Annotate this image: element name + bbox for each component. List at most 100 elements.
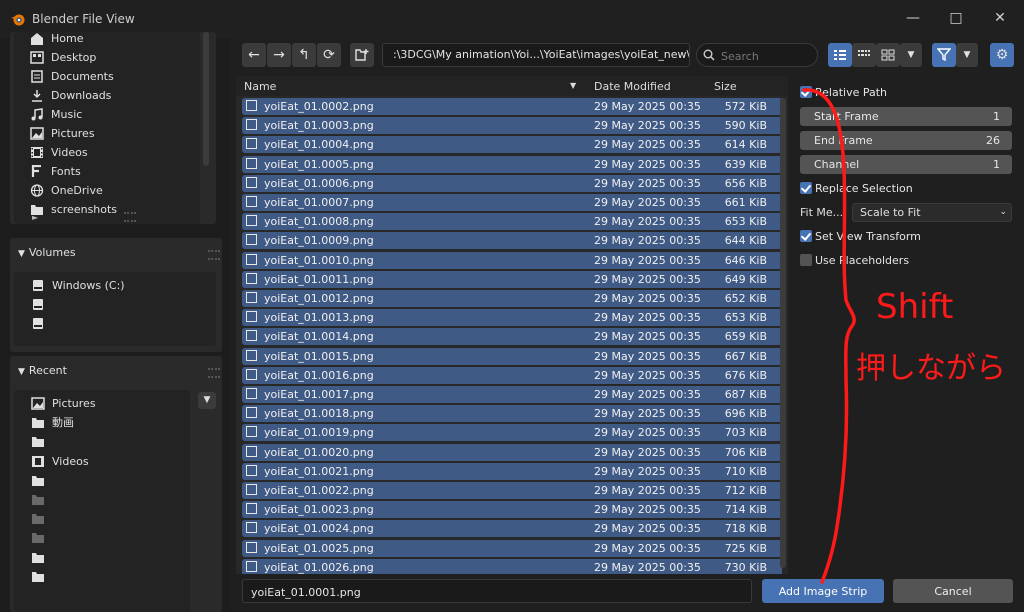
- folder-icon: [32, 514, 44, 524]
- display-mode-dropdown-icon[interactable]: ▼: [900, 43, 922, 67]
- file-date: 29 May 2025 00:35: [594, 176, 701, 190]
- file-row[interactable]: yoiEat_01.0015.png 29 May 2025 00:35 667 K…: [242, 347, 782, 365]
- file-name: yoiEat_01.0024.png: [264, 522, 374, 536]
- search-input[interactable]: [719, 47, 817, 65]
- column-header-name[interactable]: Name: [244, 80, 276, 93]
- expand-arrow-icon[interactable]: ►: [32, 208, 38, 227]
- start-frame-field[interactable]: Start Frame 1: [800, 107, 1012, 126]
- file-size: 667 KiB: [724, 349, 767, 363]
- file-date: 29 May 2025 00:35: [594, 272, 701, 286]
- close-icon[interactable]: ✕: [990, 10, 1010, 28]
- search-field[interactable]: [696, 43, 818, 67]
- column-header-date[interactable]: Date Modified: [594, 80, 671, 93]
- file-row[interactable]: yoiEat_01.0009.png 29 May 2025 00:35 644 K…: [242, 232, 782, 250]
- filename-field[interactable]: [242, 579, 752, 603]
- display-thumbnails-icon[interactable]: [876, 43, 900, 67]
- panel-grip-icon[interactable]: [208, 368, 220, 378]
- path-input[interactable]: :\3DCG\My animation\Yoi...\YoiEat\images…: [382, 43, 690, 67]
- file-date: 29 May 2025 00:35: [594, 522, 701, 536]
- recent-panel: ▼ Recent Pictures 動画 Videos ▼: [10, 356, 222, 612]
- filter-dropdown-icon[interactable]: ▼: [956, 43, 978, 67]
- recent-header[interactable]: ▼ Recent: [18, 364, 67, 377]
- file-row[interactable]: yoiEat_01.0022.png 29 May 2025 00:35 712 K…: [242, 482, 782, 499]
- file-row[interactable]: yoiEat_01.0005.png 29 May 2025 00:35 639 K…: [242, 155, 782, 173]
- file-row[interactable]: yoiEat_01.0024.png 29 May 2025 00:35 718 K…: [242, 520, 782, 538]
- recent-options-chevron-icon[interactable]: ▼: [198, 392, 216, 409]
- minimize-icon[interactable]: —: [903, 10, 923, 28]
- file-date: 29 May 2025 00:35: [594, 215, 701, 229]
- file-row[interactable]: yoiEat_01.0026.png 29 May 2025 00:35 730 K…: [242, 558, 782, 574]
- image-file-icon: [246, 407, 257, 419]
- forward-arrow-icon[interactable]: →: [267, 43, 291, 67]
- file-date: 29 May 2025 00:35: [594, 541, 701, 555]
- file-row[interactable]: yoiEat_01.0003.png 29 May 2025 00:35 590 K…: [242, 117, 782, 135]
- volumes-header[interactable]: ▼ Volumes: [18, 246, 76, 259]
- file-row[interactable]: yoiEat_01.0007.png 29 May 2025 00:35 661 K…: [242, 194, 782, 211]
- file-row[interactable]: yoiEat_01.0017.png 29 May 2025 00:35 687 K…: [242, 386, 782, 403]
- file-row[interactable]: yoiEat_01.0020.png 29 May 2025 00:35 706 K…: [242, 443, 782, 461]
- channel-field[interactable]: Channel 1: [800, 155, 1012, 174]
- image-file-icon: [246, 445, 257, 457]
- set-view-transform-checkbox[interactable]: [800, 230, 812, 242]
- file-row[interactable]: yoiEat_01.0013.png 29 May 2025 00:35 653 K…: [242, 309, 782, 327]
- image-file-icon: [246, 560, 257, 572]
- file-name: yoiEat_01.0006.png: [264, 176, 374, 190]
- new-folder-icon[interactable]: [350, 43, 374, 67]
- file-list-scrollbar[interactable]: [780, 98, 786, 568]
- file-size: 706 KiB: [724, 445, 767, 459]
- file-row[interactable]: yoiEat_01.0006.png 29 May 2025 00:35 656 K…: [242, 174, 782, 192]
- file-size: 725 KiB: [724, 541, 767, 555]
- sidebar-scrollbar[interactable]: [203, 32, 209, 166]
- relative-path-checkbox[interactable]: [800, 86, 812, 98]
- filter-icon[interactable]: [932, 43, 956, 67]
- file-row[interactable]: yoiEat_01.0025.png 29 May 2025 00:35 725 K…: [242, 539, 782, 557]
- end-frame-field[interactable]: End Frame 26: [800, 131, 1012, 150]
- blender-logo-icon: [11, 14, 25, 26]
- file-row[interactable]: yoiEat_01.0004.png 29 May 2025 00:35 614 K…: [242, 136, 782, 154]
- panel-grip-icon[interactable]: [208, 250, 220, 260]
- file-row[interactable]: yoiEat_01.0019.png 29 May 2025 00:35 703 K…: [242, 424, 782, 442]
- image-file-icon: [246, 138, 257, 150]
- resize-grip-icon[interactable]: [124, 212, 136, 222]
- refresh-icon[interactable]: ⟳: [317, 43, 341, 67]
- parent-directory-icon[interactable]: ↰: [292, 43, 316, 67]
- file-date: 29 May 2025 00:35: [594, 157, 701, 171]
- image-file-icon: [246, 272, 257, 284]
- fit-method-dropdown[interactable]: Scale to Fit ⌄: [852, 203, 1012, 222]
- sort-arrow-icon[interactable]: ▼: [570, 81, 576, 90]
- display-list-horizontal-icon[interactable]: [852, 43, 876, 67]
- image-file-icon: [246, 215, 257, 227]
- maximize-icon[interactable]: □: [946, 10, 966, 28]
- file-row[interactable]: yoiEat_01.0010.png 29 May 2025 00:35 646 K…: [242, 251, 782, 269]
- image-file-icon: [246, 311, 257, 323]
- use-placeholders-checkbox[interactable]: [800, 254, 812, 266]
- volumes-list: Windows (C:): [14, 272, 216, 346]
- file-name: yoiEat_01.0007.png: [264, 196, 374, 209]
- add-image-strip-button[interactable]: Add Image Strip: [762, 579, 884, 603]
- file-row[interactable]: yoiEat_01.0014.png 29 May 2025 00:35 659 K…: [242, 328, 782, 346]
- file-row[interactable]: yoiEat_01.0018.png 29 May 2025 00:35 696 K…: [242, 405, 782, 423]
- cancel-button[interactable]: Cancel: [893, 579, 1013, 603]
- videos-icon: [31, 147, 43, 158]
- file-size: 661 KiB: [724, 196, 767, 209]
- file-name: yoiEat_01.0005.png: [264, 157, 374, 171]
- file-row[interactable]: yoiEat_01.0008.png 29 May 2025 00:35 653 K…: [242, 213, 782, 231]
- file-size: 714 KiB: [724, 503, 767, 517]
- column-header-size[interactable]: Size: [714, 80, 737, 93]
- filename-input[interactable]: [249, 584, 743, 600]
- fonts-icon: [31, 165, 41, 177]
- replace-selection-checkbox[interactable]: [800, 182, 812, 194]
- disk-icon: [33, 318, 43, 329]
- file-row[interactable]: yoiEat_01.0021.png 29 May 2025 00:35 710 K…: [242, 462, 782, 480]
- file-size: 649 KiB: [724, 272, 767, 286]
- file-size: 639 KiB: [724, 157, 767, 171]
- file-size: 572 KiB: [724, 100, 767, 113]
- file-row[interactable]: yoiEat_01.0011.png 29 May 2025 00:35 649 K…: [242, 270, 782, 288]
- back-arrow-icon[interactable]: ←: [242, 43, 266, 67]
- file-row[interactable]: yoiEat_01.0002.png 29 May 2025 00:35 572 K…: [242, 98, 782, 115]
- file-row[interactable]: yoiEat_01.0016.png 29 May 2025 00:35 676 K…: [242, 366, 782, 384]
- settings-gear-icon[interactable]: ⚙: [990, 43, 1014, 67]
- display-list-vertical-icon[interactable]: [828, 43, 852, 67]
- file-row[interactable]: yoiEat_01.0012.png 29 May 2025 00:35 652 K…: [242, 290, 782, 307]
- file-row[interactable]: yoiEat_01.0023.png 29 May 2025 00:35 714 K…: [242, 501, 782, 519]
